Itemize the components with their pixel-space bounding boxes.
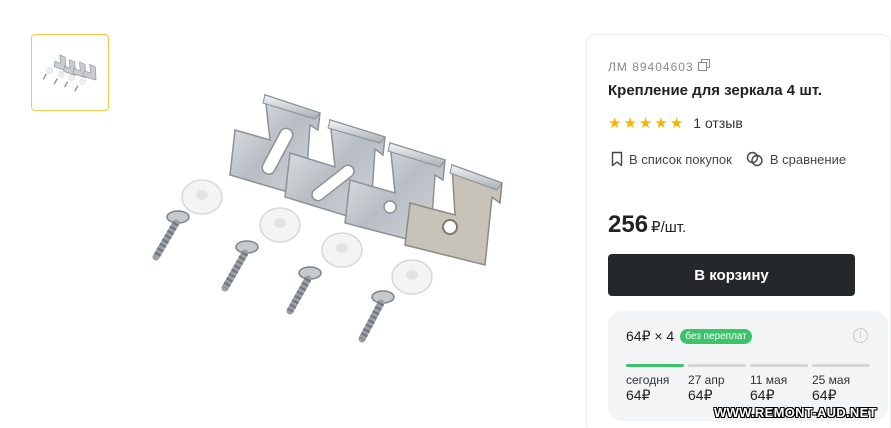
no-overpay-badge: без переплат (680, 329, 752, 344)
star-icon: ★ (623, 114, 637, 132)
shopping-list-label: В список покупок (629, 151, 732, 167)
rating[interactable]: ★ ★ ★ ★ ★ 1 отзыв (608, 115, 743, 131)
step-bar (688, 364, 746, 367)
product-card: ЛМ 89404603 Крепление для зеркала 4 шт. … (586, 34, 891, 428)
installment-summary-row: 64₽ × 4 без переплат (626, 328, 752, 345)
price: 256 ₽/шт. (608, 211, 686, 239)
step-date: 11 мая (750, 373, 788, 387)
product-actions: В список покупок В сравнение (611, 151, 846, 167)
compare-icon (746, 151, 763, 167)
add-to-shopping-list-button[interactable]: В список покупок (611, 151, 732, 167)
bookmark-icon (611, 151, 623, 167)
price-value: 256 (608, 211, 649, 238)
step-date: сегодня (626, 373, 670, 387)
price-unit: ₽/шт. (651, 219, 687, 236)
compare-label: В сравнение (769, 151, 847, 167)
star-icon: ★ (669, 114, 684, 132)
product-page: ЛМ 89404603 Крепление для зеркала 4 шт. … (0, 0, 891, 428)
thumbnail-image (42, 53, 97, 91)
copy-icon[interactable] (697, 59, 710, 74)
step-bar (812, 364, 870, 367)
info-icon[interactable]: i (853, 328, 868, 343)
installment-step: 27 апр 64₽ (688, 364, 746, 403)
article-text: ЛМ 89404603 (608, 59, 694, 74)
step-bar (626, 364, 684, 367)
step-bar (750, 364, 808, 367)
installment-step: сегодня 64₽ (626, 364, 684, 403)
step-amount: 64₽ (750, 387, 775, 403)
product-title: Крепление для зеркала 4 шт. (608, 82, 823, 99)
star-icon: ★ (638, 114, 653, 132)
product-thumbnail[interactable] (31, 34, 109, 111)
installment-step: 25 мая 64₽ (812, 364, 870, 403)
compare-button[interactable]: В сравнение (746, 151, 846, 167)
article-number: ЛМ 89404603 (608, 59, 710, 74)
installment-summary: 64₽ × 4 (626, 328, 675, 344)
step-amount: 64₽ (812, 387, 837, 403)
step-date: 25 мая (812, 373, 851, 387)
star-icon: ★ (608, 114, 622, 132)
installment-step: 11 мая 64₽ (750, 364, 808, 403)
installment-steps: сегодня 64₽ 27 апр 64₽ 11 мая 64₽ 25 мая… (626, 364, 870, 403)
reviews-link[interactable]: 1 отзыв (693, 115, 743, 131)
step-date: 27 апр (688, 373, 725, 387)
step-amount: 64₽ (688, 387, 713, 403)
step-amount: 64₽ (626, 387, 651, 403)
add-to-cart-button[interactable]: В корзину (608, 254, 855, 296)
watermark: WWW.REMONT-AUD.NET (714, 405, 877, 420)
star-icon: ★ (654, 114, 668, 132)
product-main-image (152, 93, 503, 343)
